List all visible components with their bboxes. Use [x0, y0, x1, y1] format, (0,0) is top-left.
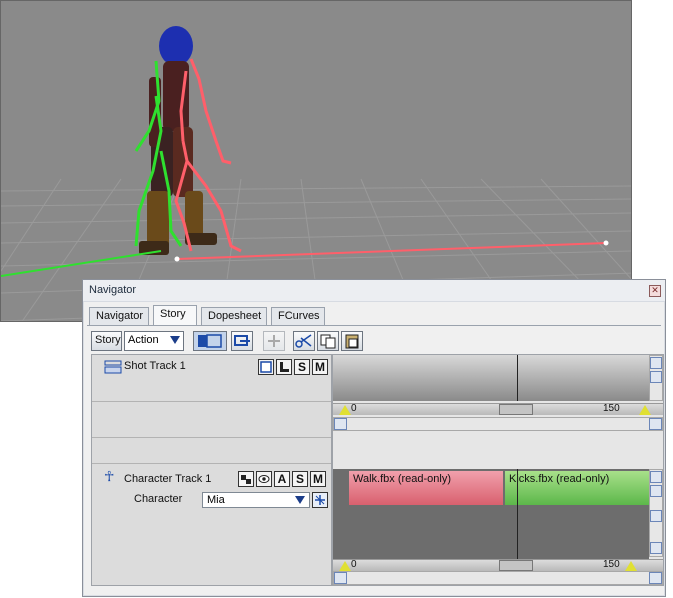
tab-dopesheet[interactable]: Dopesheet [201, 307, 267, 325]
paste-icon[interactable] [341, 331, 363, 351]
playhead[interactable] [517, 355, 518, 401]
ruler-start-label: 0 [351, 559, 357, 570]
eye-icon[interactable] [256, 471, 272, 487]
kicks-clip[interactable]: Kicks.fbx (read-only) [505, 471, 649, 505]
character-track-hscroll[interactable] [333, 571, 663, 585]
character-track-vscroll[interactable] [649, 469, 663, 557]
insert-icon[interactable] [263, 331, 285, 351]
divider [92, 401, 331, 402]
shot-track-ruler[interactable]: 0 150 [333, 403, 663, 415]
character-track-keying-button[interactable] [238, 471, 254, 487]
start-marker[interactable] [339, 405, 351, 415]
story-toolbar: Story Action [91, 330, 651, 352]
character-track-solo-button[interactable]: S [292, 471, 308, 487]
end-marker[interactable] [625, 561, 637, 571]
divider [92, 463, 331, 464]
shot-track-name: Shot Track 1 [124, 360, 186, 372]
chevron-down-icon [295, 496, 305, 504]
window-title: Navigator [89, 284, 137, 296]
character-label: Character [134, 493, 183, 505]
tab-divider [87, 325, 661, 326]
scroll-left-icon[interactable] [334, 572, 347, 584]
character-track-name: Character Track 1 [124, 473, 212, 485]
scroll-up-icon[interactable] [650, 510, 662, 522]
ruler-start-label: 0 [351, 403, 357, 414]
time-slider-handle[interactable] [499, 404, 533, 415]
timeline-icon[interactable] [193, 331, 227, 351]
shot-track-timeline[interactable] [333, 355, 649, 401]
viewport-scene [1, 26, 631, 321]
story-button[interactable]: Story [91, 331, 122, 351]
action-select[interactable]: Action [124, 331, 184, 351]
tab-fcurves[interactable]: FCurves [271, 307, 325, 325]
red-skeleton [174, 58, 607, 260]
search-icon[interactable] [650, 485, 662, 497]
ruler-mark-label: 150 [603, 403, 620, 414]
action-select-value: Action [128, 334, 159, 346]
character-track-mute-button[interactable]: M [310, 471, 326, 487]
character-select-value: Mia [207, 494, 225, 506]
time-slider-handle[interactable] [499, 560, 533, 571]
close-icon[interactable]: ✕ [649, 285, 661, 297]
chevron-down-icon [170, 336, 180, 344]
timeline-area: 0 150 Walk.fbx (read-only) Kicks.fbx (re… [332, 354, 664, 586]
scroll-right-icon[interactable] [649, 572, 662, 584]
shot-track-hscroll[interactable] [333, 417, 663, 431]
character-select[interactable]: Mia [202, 492, 310, 508]
shot-track-solo-button[interactable]: S [294, 359, 310, 375]
character-track-ruler[interactable]: 0 150 [333, 559, 663, 571]
walk-clip[interactable]: Walk.fbx (read-only) [349, 471, 503, 505]
track-list: Shot Track 1 S M ☥ Character Track 1 A S [91, 354, 332, 586]
tab-story[interactable]: Story [153, 305, 197, 325]
shot-track-vscroll[interactable] [649, 355, 663, 401]
ruler-mark-label: 150 [603, 559, 620, 570]
shot-track-lock-button[interactable] [276, 359, 292, 375]
shot-track-view-button[interactable] [258, 359, 274, 375]
start-marker[interactable] [339, 561, 351, 571]
zoom-in-icon[interactable] [650, 471, 662, 483]
shot-track-mute-button[interactable]: M [312, 359, 328, 375]
character-track-header[interactable]: ☥ Character Track 1 A S M Character Mia [92, 467, 331, 511]
navigator-window[interactable]: Navigator ✕ Navigator Story Dopesheet FC… [82, 279, 666, 597]
divider [92, 437, 331, 438]
zoom-in-icon[interactable] [650, 357, 662, 369]
playhead[interactable] [517, 469, 518, 571]
end-marker[interactable] [639, 405, 651, 415]
scroll-left-icon[interactable] [334, 418, 347, 430]
shot-track-icon [104, 360, 122, 374]
scroll-down-icon[interactable] [650, 542, 662, 554]
tab-navigator[interactable]: Navigator [89, 307, 149, 325]
navigator-titlebar[interactable]: Navigator ✕ [83, 280, 665, 302]
character-settings-icon[interactable] [312, 492, 328, 508]
cut-icon[interactable] [293, 331, 315, 351]
loop-icon[interactable] [231, 331, 253, 351]
copy-icon[interactable] [317, 331, 339, 351]
shot-track-header[interactable]: Shot Track 1 S M [92, 355, 331, 379]
scroll-right-icon[interactable] [649, 418, 662, 430]
character-track-active-button[interactable]: A [274, 471, 290, 487]
character-icon: ☥ [104, 469, 115, 485]
3d-viewport[interactable] [0, 0, 632, 322]
search-icon[interactable] [650, 371, 662, 383]
